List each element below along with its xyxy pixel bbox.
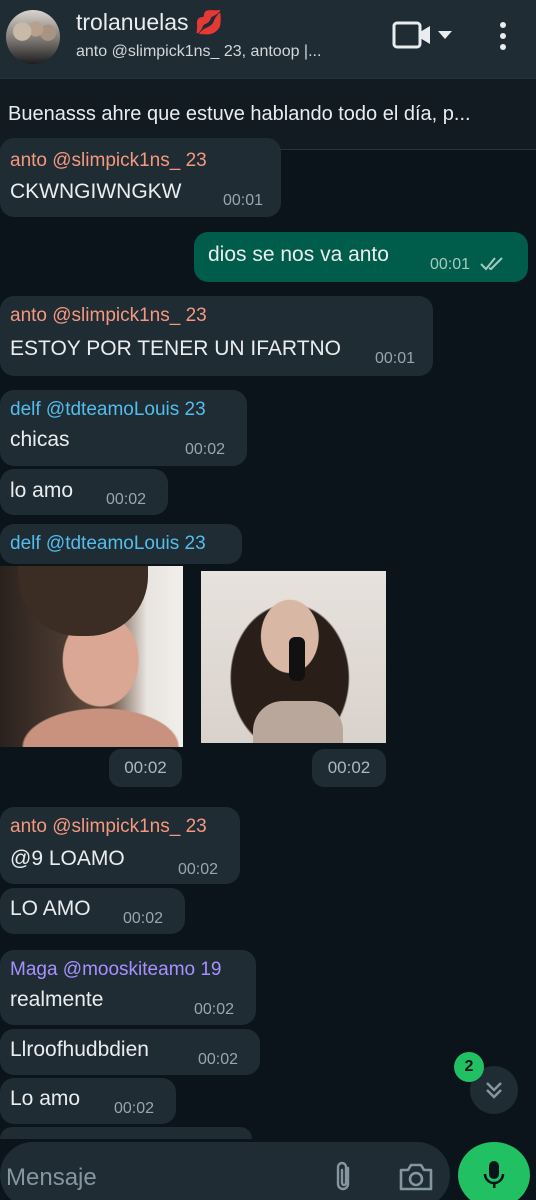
camera-icon[interactable] [398,1162,434,1192]
message-bubble[interactable]: delf @tdteamoLouis 23 chicas 00:02 [0,390,247,466]
message-time: 00:02 [106,491,147,508]
message-bubble[interactable]: anto @slimpick1ns_ 23 @9 LOAMO 00:02 [0,807,240,884]
message-bubble[interactable]: anto @slimpick1ns_ 23 CKWNGIWNGKW 00:01 [0,138,281,217]
message-sender[interactable]: anto @slimpick1ns_ 23 [10,305,207,327]
message-bubble[interactable]: LO AMO 00:02 [0,888,185,934]
message-time: 00:02 [123,910,164,927]
double-check-icon [480,257,503,271]
message-bubble[interactable]: Lo amo 00:02 [0,1078,176,1124]
chat-subtitle[interactable]: anto @slimpick1ns_ 23, antoop |... [76,43,366,61]
chevron-down-icon [438,31,452,39]
message-sender[interactable]: delf @tdteamoLouis 23 [10,399,206,421]
pinned-message-text: Buenasss ahre que estuve hablando todo e… [8,103,471,125]
message-time: 00:02 [114,1100,155,1117]
message-text: Lo amo [10,1087,81,1110]
message-text: Llroofhudbdien [10,1038,149,1061]
message-bubble-outgoing[interactable]: dios se nos va anto 00:01 [194,232,528,282]
mic-icon [483,1161,505,1188]
message-text: CKWNGIWNGKW [10,180,182,203]
microphone [289,637,305,681]
message-bubble[interactable]: anto @slimpick1ns_ 23 ESTOY POR TENER UN… [0,296,433,376]
message-time: 00:01 [430,256,471,273]
message-bubble[interactable]: lo amo 00:02 [0,469,168,515]
message-time: 00:02 [198,1051,239,1068]
message-time: 00:01 [223,192,264,209]
message-bubble[interactable]: Maga @mooskiteamo 19 realmente 00:02 [0,950,256,1025]
message-text: ESTOY POR TENER UN IFARTNO [10,337,342,360]
message-time: 00:02 [194,1001,235,1018]
message-text: lo amo [10,479,74,502]
chat-title[interactable]: trolanuelas 💋 [76,9,224,36]
message-bubble[interactable]: Llroofhudbdien 00:02 [0,1029,260,1075]
message-text: chicas [10,428,70,451]
unread-count-badge: 2 [454,1052,484,1082]
photo-crying-woman[interactable] [0,566,183,747]
message-sender[interactable]: Maga @mooskiteamo 19 [10,959,222,981]
photo-time: 00:02 [312,749,386,787]
message-sender[interactable]: anto @slimpick1ns_ 23 [10,150,207,172]
message-time: 00:02 [178,861,219,878]
message-sender[interactable]: delf @tdteamoLouis 23 [10,533,206,555]
photo-hair [18,566,148,636]
message-input-bar[interactable]: Mensaje [0,1142,450,1200]
group-avatar[interactable] [6,10,60,64]
more-vert-icon[interactable] [490,20,516,52]
message-time: 00:02 [185,441,226,458]
video-call-icon[interactable] [392,20,454,50]
chat-header: trolanuelas 💋 anto @slimpick1ns_ 23, ant… [0,0,536,78]
message-time: 00:01 [375,350,416,367]
photo-shoulders [253,701,343,743]
voice-record-button[interactable] [458,1142,530,1200]
photo-singing-woman[interactable] [201,571,386,743]
photo-time: 00:02 [109,749,182,787]
message-text: @9 LOAMO [10,847,125,870]
message-sender-bubble[interactable]: delf @tdteamoLouis 23 [0,524,242,564]
message-input[interactable]: Mensaje [6,1164,97,1192]
message-bubble-partial[interactable] [0,1127,252,1139]
double-chevron-down-icon [486,1082,502,1099]
message-text: LO AMO [10,897,91,920]
message-text: dios se nos va anto [208,243,389,266]
message-text: realmente [10,988,104,1011]
message-sender[interactable]: anto @slimpick1ns_ 23 [10,816,207,838]
attach-icon[interactable] [330,1160,358,1194]
